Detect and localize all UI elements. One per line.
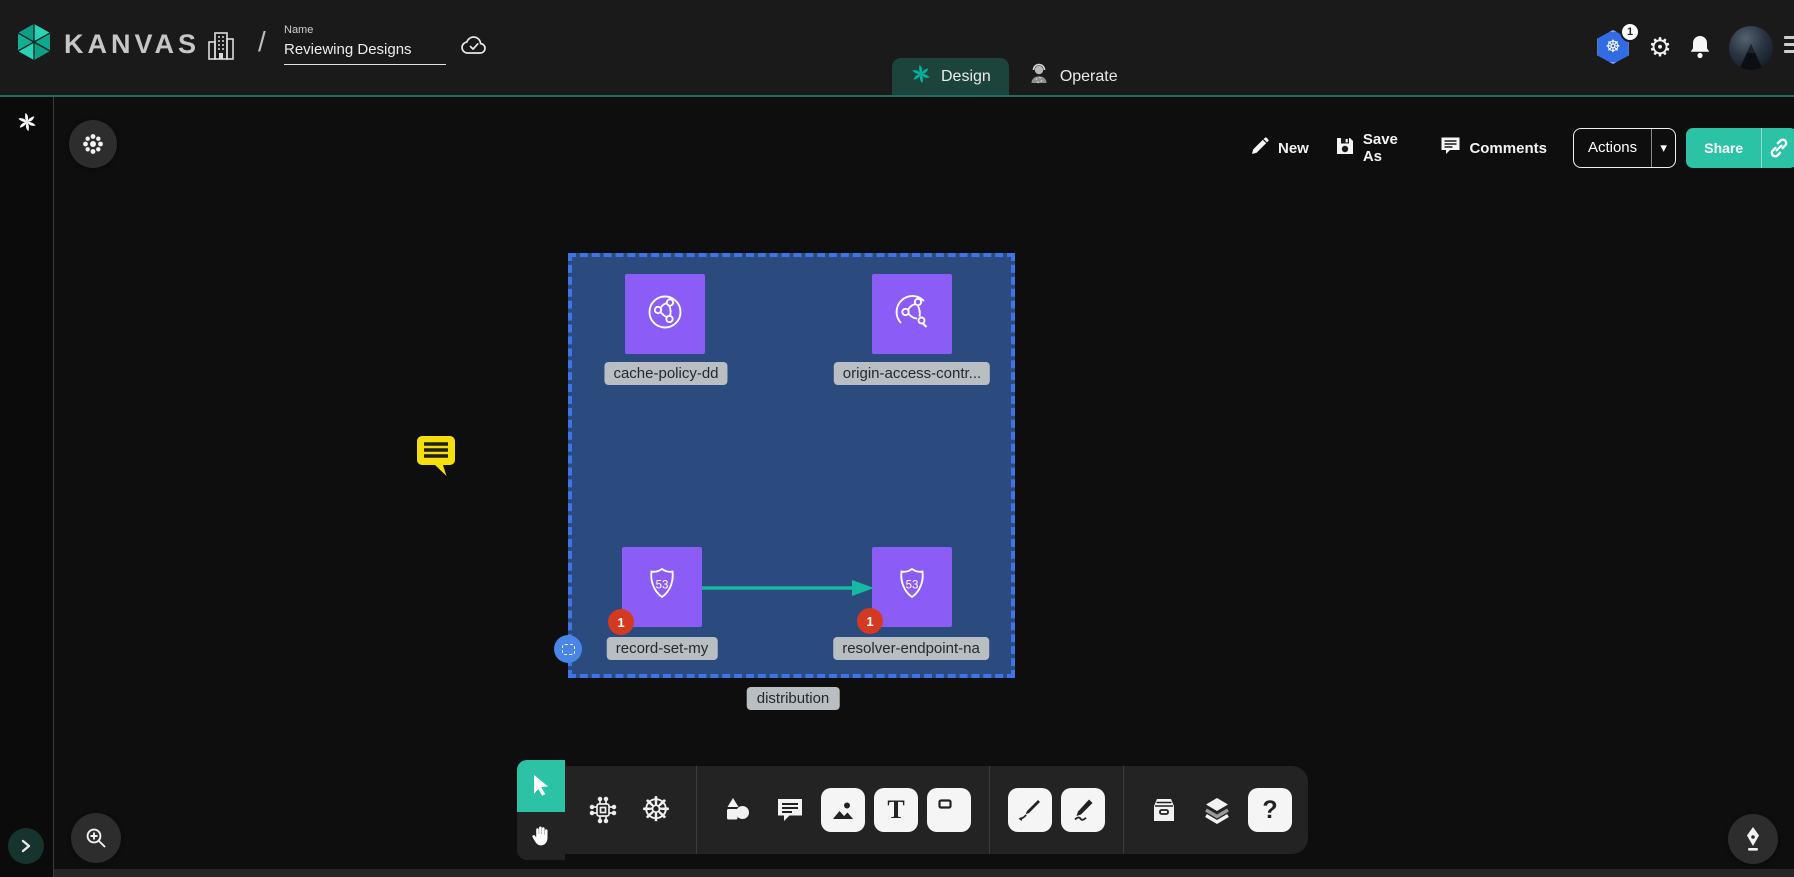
layers-tool[interactable]: [1195, 788, 1239, 832]
node-error-badge[interactable]: 1: [608, 609, 634, 635]
toolbar-divider: [989, 766, 990, 854]
draw-edge-tool[interactable]: [1008, 788, 1052, 832]
hand-icon: [529, 824, 553, 848]
image-tool[interactable]: [821, 788, 865, 832]
design-name-block: Name: [284, 24, 446, 65]
archive-tool[interactable]: [1142, 788, 1186, 832]
left-sidebar: [0, 95, 54, 877]
node-label: record-set-my: [607, 637, 718, 660]
chip-icon: [588, 795, 618, 825]
user-avatar[interactable]: [1729, 26, 1773, 70]
app-header: KANVAS / Name: [0, 0, 1794, 95]
kubernetes-tool[interactable]: ☸: [634, 788, 678, 832]
design-name-label: Name: [284, 24, 446, 36]
group-name-label: distribution: [747, 687, 840, 710]
kubernetes-context-chip[interactable]: ☸ 1: [1596, 30, 1630, 64]
route53-shield-icon: 53: [888, 561, 936, 614]
node-record-set[interactable]: 53: [622, 547, 702, 627]
route53-number: 53: [656, 579, 669, 591]
toolbar-divider: [1123, 766, 1124, 854]
design-name-input[interactable]: [284, 39, 446, 65]
share-split-button: Share: [1686, 128, 1794, 168]
actions-caret-icon[interactable]: ▾: [1651, 129, 1675, 167]
image-icon: [830, 797, 856, 823]
layers-icon: [1202, 795, 1232, 825]
meshery-spiral-icon[interactable]: [16, 111, 38, 138]
group-selection-handle[interactable]: [554, 635, 582, 663]
canvas-toolbar: ☸ T: [565, 766, 1308, 854]
new-button-label: New: [1278, 140, 1309, 157]
new-button[interactable]: New: [1250, 136, 1309, 160]
comment-tool[interactable]: [768, 788, 812, 832]
shapes-icon: [722, 795, 752, 825]
comment-bubble-icon: [776, 797, 804, 824]
tab-design-label: Design: [941, 68, 991, 86]
pencil-icon: [1250, 136, 1270, 160]
toolbar-divider: [696, 766, 697, 854]
kanvas-hexagon-icon: [14, 22, 54, 67]
sidebar-expand-chevron[interactable]: [8, 828, 44, 864]
pen-arrow-icon: [1017, 797, 1043, 823]
text-tool[interactable]: T: [874, 788, 918, 832]
bottom-edge-strip: [0, 869, 1794, 877]
header-overflow-menu-icon[interactable]: [1784, 36, 1794, 53]
tab-operate[interactable]: Operate: [1009, 58, 1136, 95]
breadcrumb-separator: /: [258, 26, 266, 58]
save-as-button-label: Save As: [1363, 131, 1415, 165]
canvas-widgets-button[interactable]: [69, 120, 117, 168]
canvas-comment-marker-icon[interactable]: [413, 432, 459, 485]
design-spiral-icon: [910, 63, 932, 90]
tab-design[interactable]: Design: [892, 58, 1009, 95]
comments-bubble-icon: [1440, 136, 1461, 160]
cloudfront-globe-icon: [888, 288, 936, 341]
route53-number: 53: [906, 579, 919, 591]
pan-tool-button[interactable]: [517, 812, 565, 860]
organization-icon[interactable]: [206, 28, 236, 69]
copy-link-icon[interactable]: [1761, 128, 1794, 168]
node-label: cache-policy-dd: [604, 362, 727, 385]
comments-button-label: Comments: [1469, 140, 1547, 157]
distribution-group[interactable]: cache-policy-dd origin-access-contr...: [568, 253, 1015, 678]
canvas-top-border: [0, 95, 1794, 97]
share-button[interactable]: Share: [1686, 128, 1761, 168]
operate-person-icon: [1027, 62, 1051, 91]
brand-name: KANVAS: [64, 29, 200, 60]
tab-operate-label: Operate: [1060, 68, 1118, 86]
mode-tabs: Design Operate: [892, 58, 1136, 95]
note-tool[interactable]: [927, 788, 971, 832]
comments-button[interactable]: Comments: [1440, 136, 1547, 160]
zoom-in-button[interactable]: [71, 813, 121, 863]
mesh-components-tool[interactable]: [581, 788, 625, 832]
pencil-scribble-icon: [1070, 797, 1096, 823]
kubernetes-context-badge: 1: [1620, 22, 1640, 42]
freehand-draw-tool[interactable]: [1061, 788, 1105, 832]
note-icon: [936, 797, 962, 823]
shapes-tool[interactable]: [715, 788, 759, 832]
pointer-tools: [517, 760, 565, 860]
node-cache-policy[interactable]: [625, 274, 705, 354]
node-resolver-endpoint[interactable]: 53: [872, 547, 952, 627]
node-origin-access-control[interactable]: [872, 274, 952, 354]
node-label: resolver-endpoint-na: [833, 637, 989, 660]
save-as-button[interactable]: Save As: [1335, 131, 1415, 165]
cloudfront-network-icon: [641, 288, 689, 341]
kanvas-app: KANVAS / Name: [0, 0, 1794, 877]
design-action-bar: New Save As Comments A: [1250, 128, 1794, 168]
actions-button[interactable]: Actions: [1574, 129, 1651, 167]
brand-logo[interactable]: KANVAS: [14, 22, 200, 67]
edge-record-to-resolver[interactable]: [702, 580, 874, 601]
select-tool-button[interactable]: [517, 760, 565, 812]
drawer-icon: [1149, 796, 1179, 824]
node-label: origin-access-contr...: [834, 362, 990, 385]
actions-split-button: Actions ▾: [1573, 128, 1676, 168]
node-error-badge[interactable]: 1: [857, 608, 883, 634]
route53-shield-icon: 53: [638, 561, 686, 614]
help-tool[interactable]: ?: [1248, 788, 1292, 832]
notifications-bell-icon[interactable]: [1688, 34, 1712, 65]
save-floppy-icon: [1335, 136, 1355, 160]
pen-tool-button[interactable]: [1728, 814, 1778, 864]
cursor-arrow-icon: [530, 774, 552, 798]
settings-gear-icon[interactable]: ⚙: [1644, 30, 1676, 64]
cloud-saved-icon: [460, 34, 488, 61]
